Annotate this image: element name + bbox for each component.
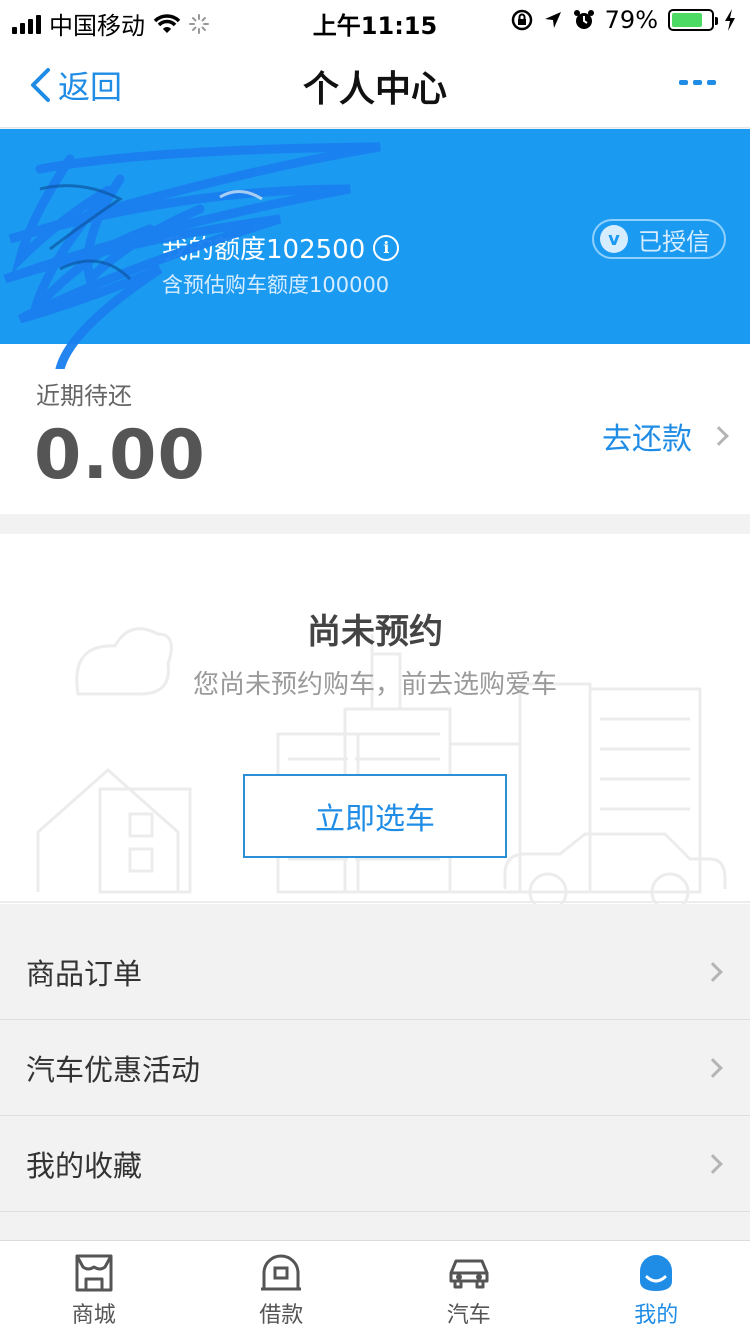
- status-right: 79%: [511, 6, 736, 34]
- reservation-section: 尚未预约 您尚未预约购车，前去选购爱车 立即选车: [0, 534, 750, 904]
- go-repay-label: 去还款: [602, 422, 692, 457]
- nav-bar: 返回 个人中心: [0, 40, 750, 128]
- alarm-icon: [573, 10, 594, 29]
- reservation-subtitle: 您尚未预约购车，前去选购爱车: [192, 670, 557, 700]
- repayment-section: 近期待还 0.00 去还款: [0, 344, 750, 514]
- tab-label: 借款: [259, 1303, 304, 1328]
- more-dot-icon: [693, 80, 702, 85]
- reservation-title: 尚未预约: [307, 612, 443, 652]
- menu-item-car-promotions[interactable]: 汽车优惠活动: [0, 1020, 750, 1116]
- menu-item-label: 我的收藏: [26, 1148, 143, 1183]
- menu-item-label: 商品订单: [26, 956, 143, 991]
- repayment-label: 近期待还: [36, 382, 132, 410]
- store-icon: [75, 1254, 113, 1292]
- rotation-lock-icon: [511, 9, 532, 31]
- car-icon: [449, 1259, 489, 1289]
- tab-bar: 商城 借款 汽车 我的: [0, 1240, 750, 1334]
- status-bar: 中国移动 上午11:15 79%: [0, 0, 750, 40]
- page-title: 个人中心: [302, 69, 447, 110]
- repayment-amount: 0.00: [34, 416, 206, 495]
- location-icon: [544, 12, 561, 28]
- tab-label: 商城: [71, 1303, 116, 1328]
- chevron-right-icon: [703, 1153, 723, 1174]
- tab-store[interactable]: 商城: [0, 1241, 188, 1334]
- battery-icon: [668, 9, 718, 31]
- charging-icon: [725, 9, 735, 31]
- tab-car[interactable]: 汽车: [375, 1241, 563, 1334]
- page: 中国移动 上午11:15 79% 返回 个人中心 我的额度102500 i 含预…: [0, 0, 750, 1334]
- menu-item-favorites[interactable]: 我的收藏: [0, 1116, 750, 1212]
- credit-status-badge: v 已授信: [592, 219, 726, 259]
- go-repay-link[interactable]: 去还款: [602, 414, 729, 458]
- tab-loan[interactable]: 借款: [188, 1241, 376, 1334]
- chevron-right-icon: [703, 961, 723, 982]
- loan-icon: [261, 1254, 302, 1291]
- more-button[interactable]: [679, 80, 716, 85]
- more-dot-icon: [679, 80, 688, 85]
- credit-banner: 我的额度102500 i 含预估购车额度100000 v 已授信: [0, 129, 750, 369]
- battery-percent: 79%: [604, 6, 658, 34]
- chevron-right-icon: [709, 426, 729, 446]
- redaction-scribble: [3, 142, 381, 369]
- tab-profile[interactable]: 我的: [563, 1241, 750, 1334]
- menu-item-label: 汽车优惠活动: [26, 1052, 201, 1087]
- verified-icon: v: [600, 225, 628, 253]
- menu-item-orders[interactable]: 商品订单: [0, 924, 750, 1020]
- battery-fill: [672, 13, 703, 27]
- more-dot-icon: [707, 80, 716, 85]
- tab-label: 汽车: [446, 1303, 491, 1328]
- credit-status-label: 已授信: [638, 227, 710, 256]
- chevron-right-icon: [703, 1057, 723, 1078]
- profile-icon: [640, 1255, 673, 1291]
- menu-list: 商品订单 汽车优惠活动 我的收藏: [0, 924, 750, 1212]
- tab-label: 我的: [634, 1303, 679, 1328]
- choose-car-button[interactable]: 立即选车: [243, 774, 507, 858]
